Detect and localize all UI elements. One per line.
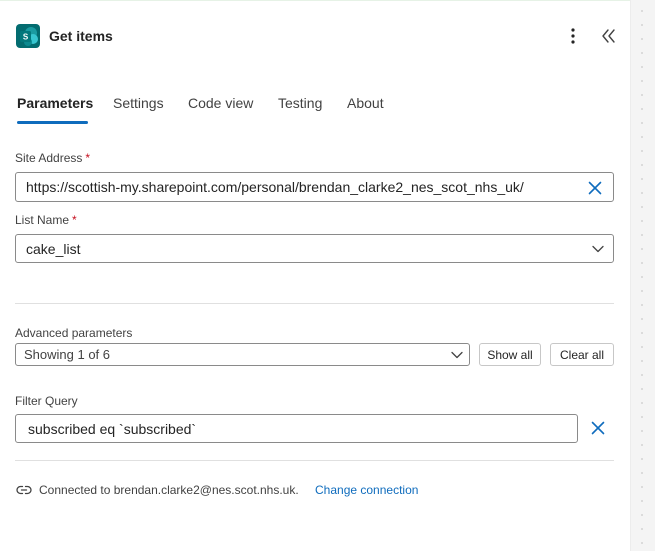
list-name-value: cake_list xyxy=(26,241,81,257)
advanced-parameters-label: Advanced parameters xyxy=(15,326,133,340)
more-options-button[interactable] xyxy=(562,25,584,47)
advanced-parameters-value: Showing 1 of 6 xyxy=(24,347,111,362)
required-marker: * xyxy=(72,213,77,227)
chevron-double-left-icon xyxy=(602,29,615,43)
filter-query-input[interactable]: subscribed eq `subscribed` xyxy=(15,414,578,443)
section-divider xyxy=(15,460,614,461)
list-name-dropdown[interactable]: cake_list xyxy=(15,234,614,263)
tab-parameters[interactable]: Parameters xyxy=(17,95,93,111)
site-address-label-text: Site Address xyxy=(15,151,83,165)
change-connection-link[interactable]: Change connection xyxy=(315,483,418,497)
show-all-button[interactable]: Show all xyxy=(479,343,541,366)
advanced-parameters-toggle[interactable] xyxy=(448,346,466,364)
clear-site-address-button[interactable] xyxy=(584,177,606,199)
canvas-background-strip xyxy=(630,0,655,551)
list-name-dropdown-toggle[interactable] xyxy=(588,239,608,259)
section-divider xyxy=(15,303,614,304)
filter-query-label: Filter Query xyxy=(15,394,78,408)
chevron-down-icon xyxy=(451,351,463,359)
filter-query-value[interactable]: subscribed eq `subscribed` xyxy=(28,421,196,437)
connection-status-text: Connected to brendan.clarke2@nes.scot.nh… xyxy=(39,483,299,497)
site-address-input[interactable]: https://scottish-my.sharepoint.com/perso… xyxy=(15,172,614,202)
list-name-label-text: List Name xyxy=(15,213,70,227)
close-icon xyxy=(591,421,605,435)
clear-all-button[interactable]: Clear all xyxy=(550,343,614,366)
connection-link-icon xyxy=(15,482,33,498)
tab-about[interactable]: About xyxy=(347,95,384,111)
remove-filter-query-button[interactable] xyxy=(587,417,609,439)
action-panel: S Get items Parameters Settings Code vie… xyxy=(0,0,655,551)
site-address-label: Site Address * xyxy=(15,151,90,165)
panel-title: Get items xyxy=(49,28,113,44)
required-marker: * xyxy=(85,151,91,165)
more-vertical-icon xyxy=(571,28,575,44)
chevron-down-icon xyxy=(592,245,604,253)
svg-text:S: S xyxy=(23,33,29,42)
tab-settings[interactable]: Settings xyxy=(113,95,164,111)
sharepoint-icon: S xyxy=(16,24,40,48)
active-tab-indicator xyxy=(17,121,88,124)
close-icon xyxy=(588,181,602,195)
collapse-panel-button[interactable] xyxy=(598,25,620,47)
site-address-value[interactable]: https://scottish-my.sharepoint.com/perso… xyxy=(26,179,524,195)
list-name-label: List Name * xyxy=(15,213,77,227)
advanced-parameters-dropdown[interactable]: Showing 1 of 6 xyxy=(15,343,470,366)
top-border xyxy=(0,0,630,1)
tab-code-view[interactable]: Code view xyxy=(188,95,253,111)
tab-testing[interactable]: Testing xyxy=(278,95,322,111)
